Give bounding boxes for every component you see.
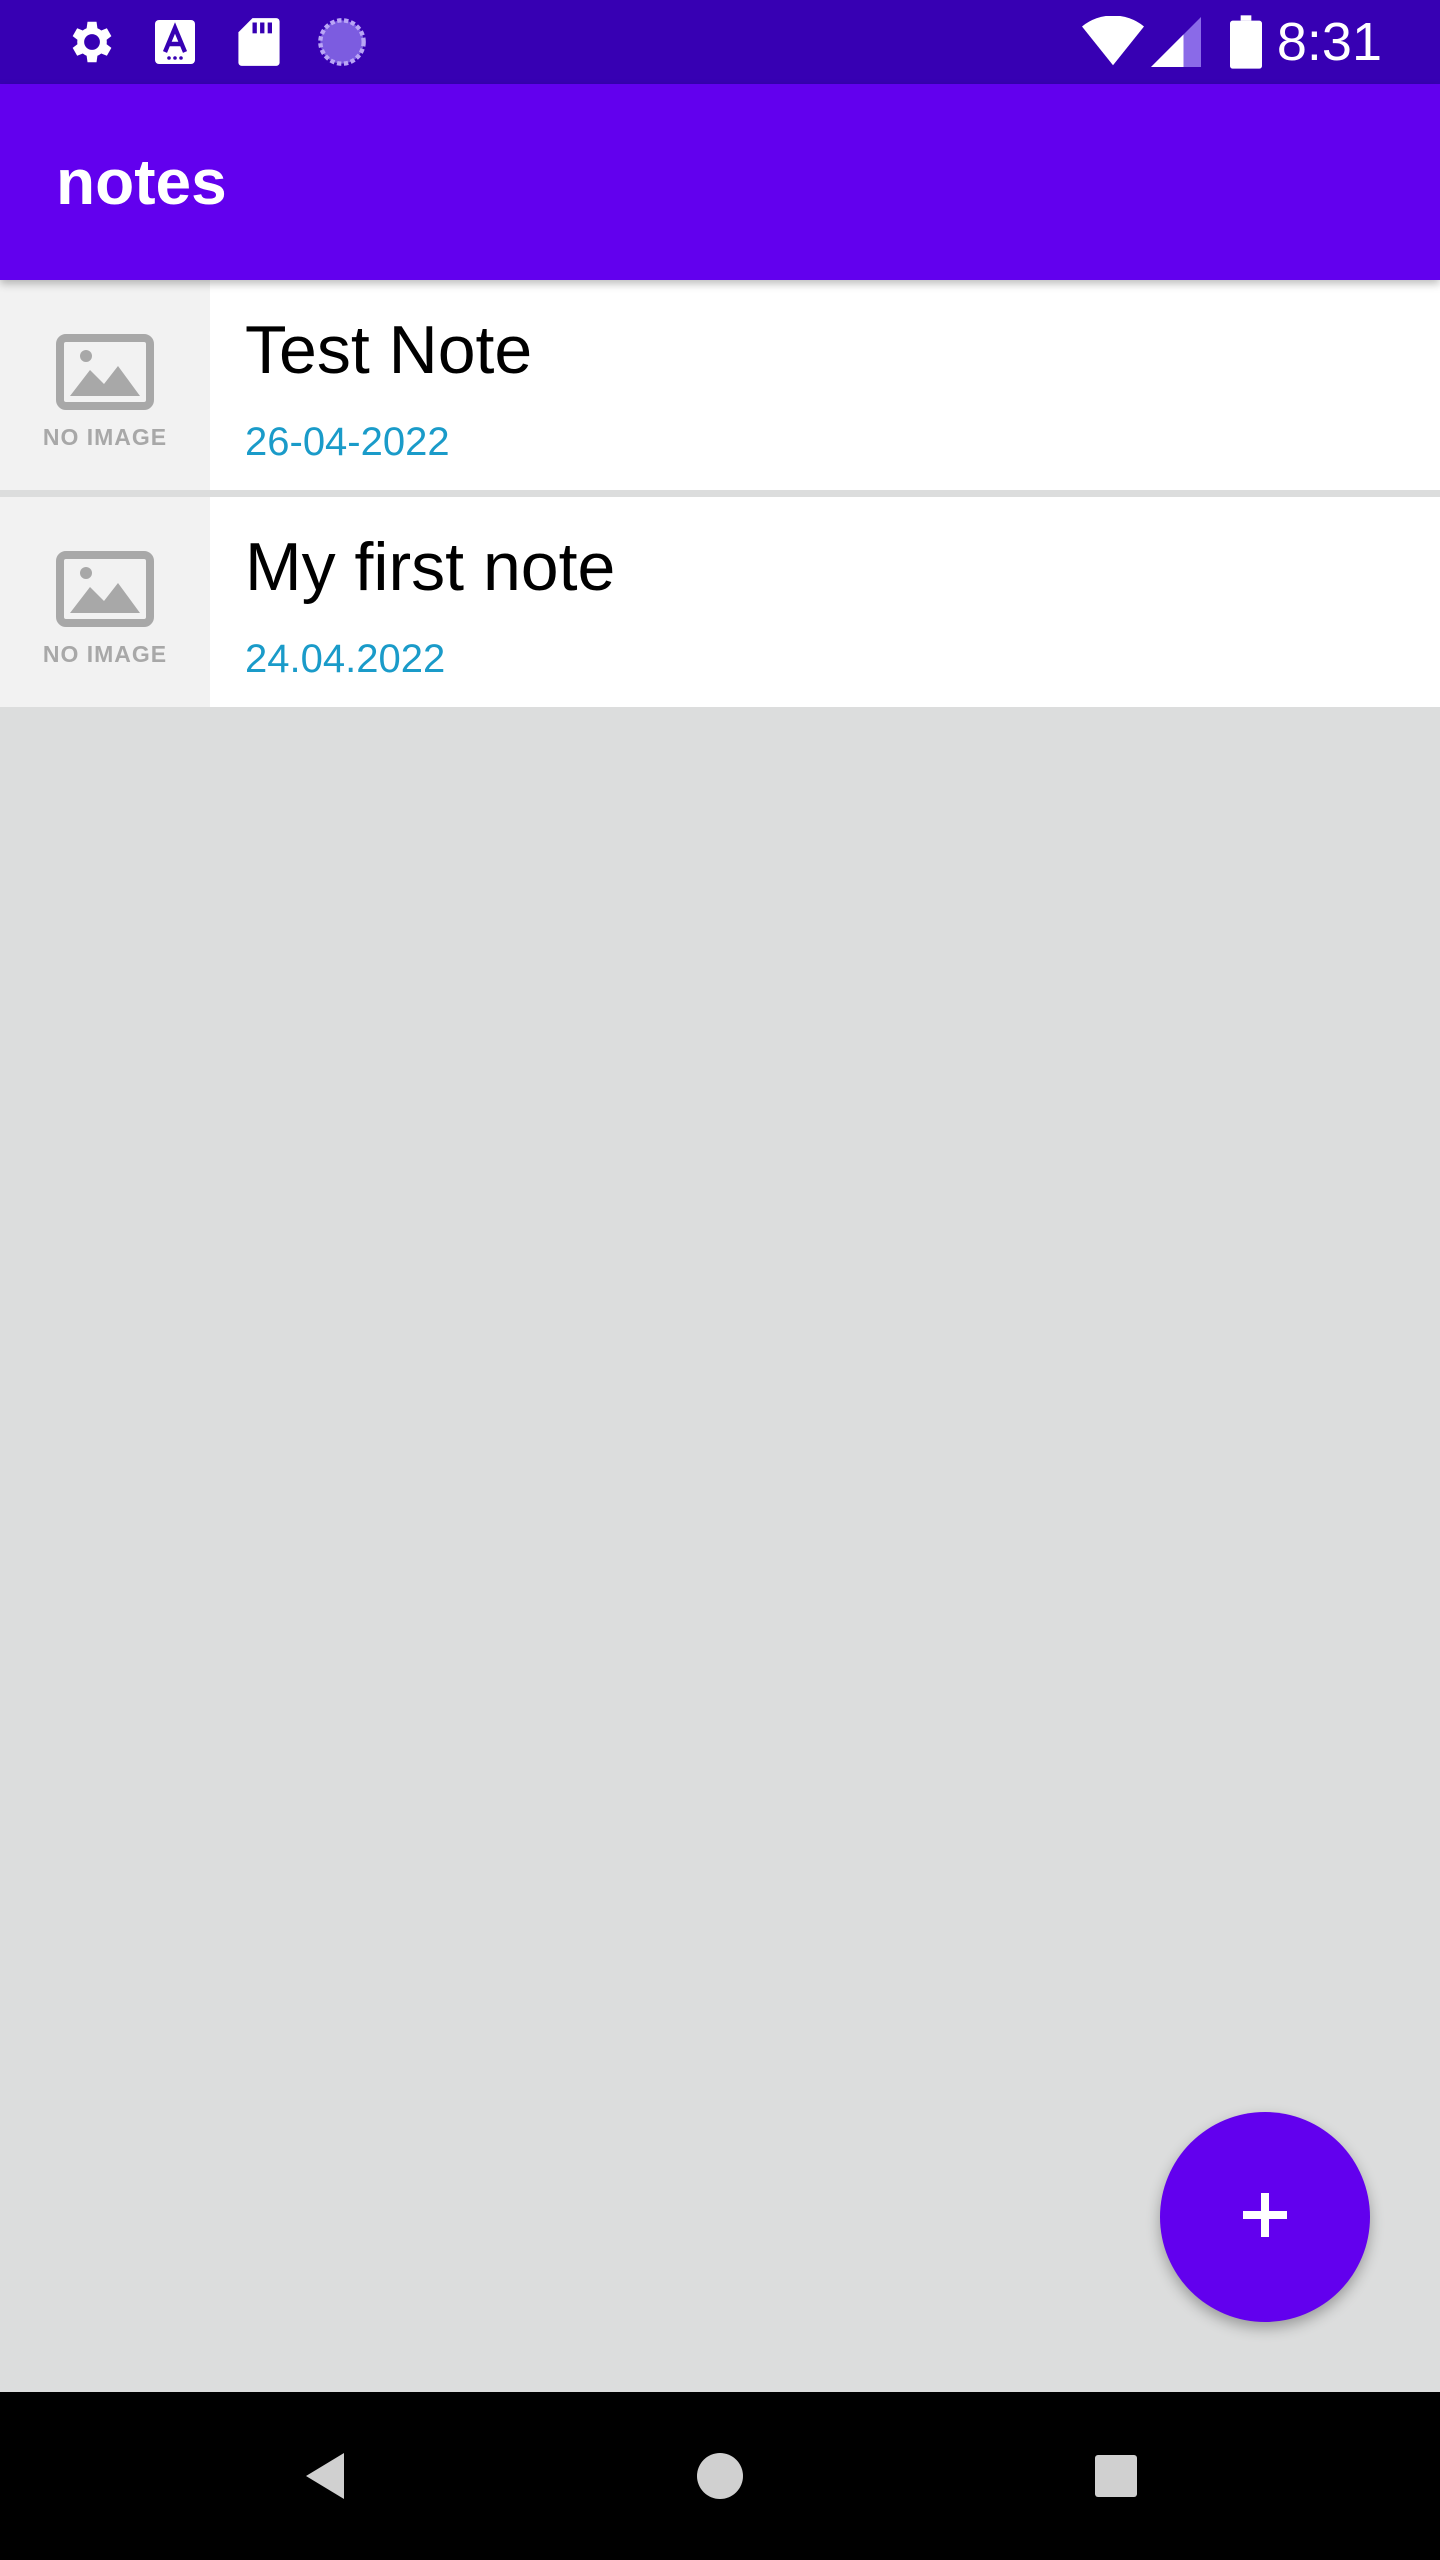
image-placeholder-icon bbox=[56, 334, 154, 415]
keyboard-a-icon bbox=[150, 14, 200, 70]
settings-icon bbox=[62, 14, 118, 70]
image-placeholder-icon bbox=[56, 551, 154, 632]
recents-icon[interactable] bbox=[1074, 2434, 1158, 2518]
note-title: Test Note bbox=[245, 312, 533, 388]
status-bar: 8:31 bbox=[0, 0, 1440, 84]
no-image-label: NO IMAGE bbox=[42, 641, 168, 667]
status-time: 8:31 bbox=[1276, 12, 1382, 72]
note-date: 24.04.2022 bbox=[245, 637, 446, 681]
add-note-button[interactable] bbox=[1160, 2112, 1370, 2322]
note-thumbnail: NO IMAGE bbox=[0, 280, 210, 490]
signal-icon bbox=[1150, 14, 1202, 70]
note-thumbnail: NO IMAGE bbox=[0, 497, 210, 707]
note-list: NO IMAGE Test Note 26-04-2022 NO IMAGE M… bbox=[0, 280, 1440, 707]
app-bar: notes bbox=[0, 84, 1440, 280]
list-item[interactable]: NO IMAGE Test Note 26-04-2022 bbox=[0, 280, 1440, 490]
home-icon[interactable] bbox=[678, 2434, 762, 2518]
plus-icon bbox=[1241, 2191, 1289, 2244]
back-icon[interactable] bbox=[282, 2434, 366, 2518]
sync-progress-icon bbox=[314, 14, 370, 70]
wifi-icon bbox=[1080, 14, 1146, 70]
no-image-label: NO IMAGE bbox=[42, 424, 168, 450]
list-item[interactable]: NO IMAGE My first note 24.04.2022 bbox=[0, 497, 1440, 707]
navigation-bar bbox=[0, 2392, 1440, 2560]
page-title: notes bbox=[56, 146, 227, 218]
note-title: My first note bbox=[245, 529, 616, 605]
battery-icon bbox=[1226, 14, 1266, 70]
note-date: 26-04-2022 bbox=[245, 420, 450, 464]
sd-card-icon bbox=[234, 14, 284, 70]
